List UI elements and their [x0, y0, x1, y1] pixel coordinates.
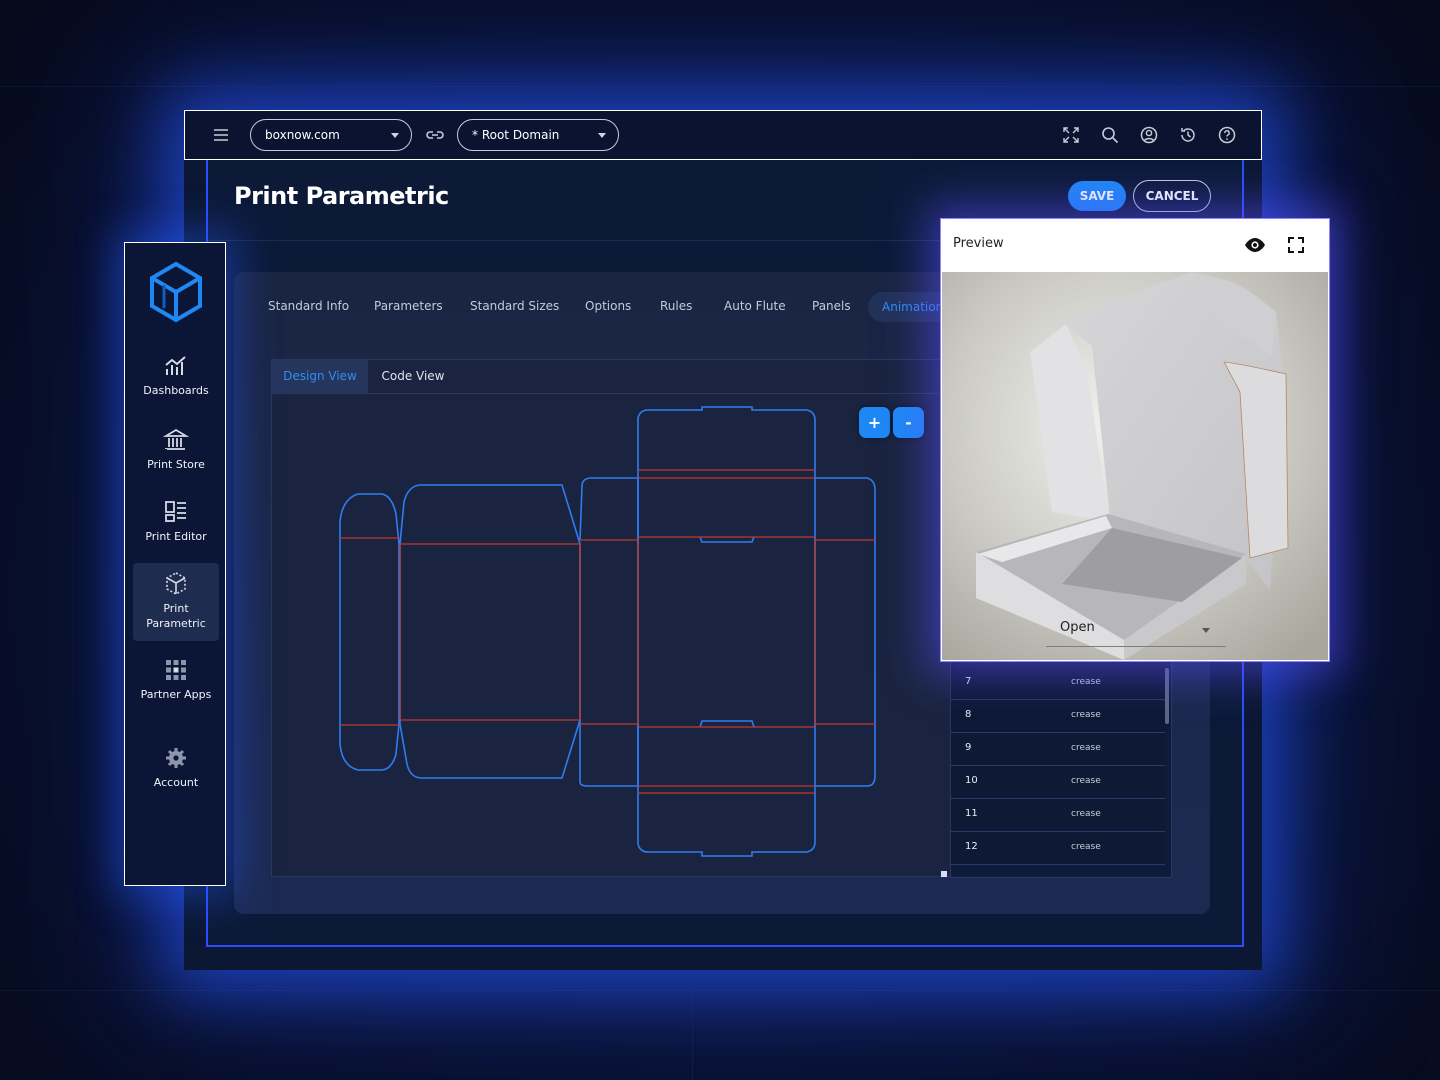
animation-state-value: Open: [1060, 620, 1095, 635]
chevron-down-icon: [598, 133, 606, 138]
history-icon[interactable]: [1178, 125, 1198, 145]
tab-standard-info[interactable]: Standard Info: [268, 299, 349, 313]
user-icon[interactable]: [1139, 125, 1159, 145]
zoom-in-button[interactable]: +: [859, 407, 890, 438]
background-grid-line: [0, 86, 1440, 87]
parametric-icon: [163, 571, 189, 597]
root-domain-select-value: * Root Domain: [472, 128, 560, 142]
background-grid-line: [692, 990, 693, 1080]
sidebar: Dashboards Print Store Print Editor Prin…: [124, 242, 226, 886]
box-3d-preview[interactable]: Open: [942, 272, 1328, 660]
sidebar-item-account[interactable]: Account: [133, 745, 219, 790]
tab-design-view[interactable]: Design View: [272, 360, 368, 393]
row-type: crease: [1071, 809, 1101, 819]
domain-select-value: boxnow.com: [265, 128, 340, 142]
zoom-out-button[interactable]: -: [893, 407, 924, 438]
row-number: 11: [965, 808, 978, 819]
preview-title: Preview: [953, 236, 1004, 251]
cancel-button[interactable]: CANCEL: [1133, 180, 1211, 212]
sidebar-item-label: Print Editor: [145, 530, 207, 543]
table-scrollbar[interactable]: [1165, 668, 1169, 724]
chevron-down-icon: [1202, 628, 1210, 633]
row-number: 12: [965, 841, 978, 852]
row-number: 9: [965, 742, 972, 753]
header-divider: [208, 240, 968, 241]
table-row[interactable]: 7 crease: [951, 667, 1165, 700]
gear-icon: [163, 745, 189, 771]
help-icon[interactable]: [1217, 125, 1237, 145]
chevron-down-icon: [391, 133, 399, 138]
save-button[interactable]: SAVE: [1068, 181, 1126, 211]
search-icon[interactable]: [1100, 125, 1120, 145]
animation-state-select[interactable]: Open: [1046, 616, 1226, 647]
tab-panels[interactable]: Panels: [812, 299, 851, 313]
editor-icon: [163, 499, 189, 525]
tab-standard-sizes[interactable]: Standard Sizes: [470, 299, 559, 313]
tab-rules[interactable]: Rules: [660, 299, 692, 313]
logo-icon: [150, 261, 202, 323]
panel-table: 7 crease 8 crease 9 crease 10 crease 11 …: [950, 660, 1172, 878]
resize-handle[interactable]: [941, 871, 947, 877]
sidebar-item-label: Partner Apps: [140, 688, 212, 701]
apps-icon: [163, 657, 189, 683]
tab-options[interactable]: Options: [585, 299, 631, 313]
table-row[interactable]: 10 crease: [951, 766, 1165, 799]
store-icon: [162, 427, 190, 453]
row-type: crease: [1071, 743, 1101, 753]
background-grid-line: [0, 990, 1440, 991]
top-bar: boxnow.com * Root Domain: [184, 110, 1262, 160]
sidebar-item-label: Print Parametric: [146, 602, 206, 630]
table-row[interactable]: 9 crease: [951, 733, 1165, 766]
sidebar-item-label: Print Store: [147, 458, 205, 471]
sidebar-item-label: Dashboards: [143, 384, 209, 397]
domain-select[interactable]: boxnow.com: [250, 119, 412, 151]
sidebar-item-print-store[interactable]: Print Store: [133, 427, 219, 472]
sidebar-item-label: Account: [153, 776, 199, 789]
preview-panel: Preview Open: [940, 218, 1330, 662]
tab-parameters[interactable]: Parameters: [374, 299, 443, 313]
sidebar-item-dashboards[interactable]: Dashboards: [133, 353, 219, 398]
tab-animation[interactable]: Animation: [868, 292, 948, 322]
fullscreen-icon[interactable]: [1286, 235, 1306, 255]
row-type: crease: [1071, 842, 1101, 852]
sidebar-item-print-parametric[interactable]: Print Parametric: [133, 571, 219, 631]
eye-icon[interactable]: [1244, 235, 1266, 255]
view-tabs: Design View Code View: [272, 360, 952, 394]
page-title: Print Parametric: [234, 182, 449, 210]
table-row[interactable]: 11 crease: [951, 799, 1165, 832]
table-row[interactable]: 8 crease: [951, 700, 1165, 733]
box-dieline: [339, 406, 876, 857]
menu-icon[interactable]: [211, 125, 231, 145]
row-number: 8: [965, 709, 972, 720]
sidebar-item-partner-apps[interactable]: Partner Apps: [133, 657, 219, 702]
fullscreen-icon[interactable]: [1061, 125, 1081, 145]
preview-header: Preview: [941, 219, 1329, 272]
row-number: 10: [965, 775, 978, 786]
link-icon[interactable]: [425, 125, 445, 145]
table-row[interactable]: 12 crease: [951, 832, 1165, 865]
row-type: crease: [1071, 776, 1101, 786]
box-3d-render: [942, 272, 1328, 660]
row-type: crease: [1071, 710, 1101, 720]
row-number: 7: [965, 676, 972, 687]
row-type: crease: [1071, 677, 1101, 687]
sidebar-item-print-editor[interactable]: Print Editor: [133, 499, 219, 544]
tab-code-view[interactable]: Code View: [368, 360, 458, 393]
chart-icon: [163, 353, 189, 379]
root-domain-select[interactable]: * Root Domain: [457, 119, 619, 151]
tab-auto-flute[interactable]: Auto Flute: [724, 299, 786, 313]
